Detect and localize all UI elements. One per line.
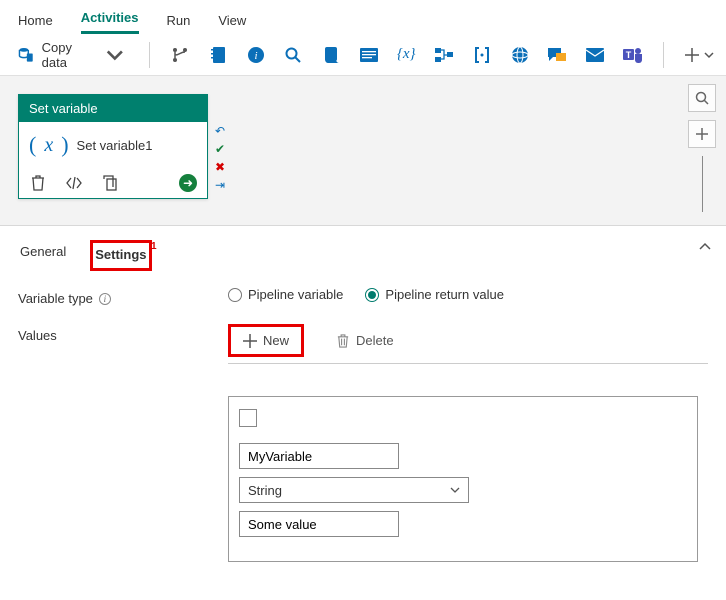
radio-pipeline-variable-label: Pipeline variable: [248, 287, 343, 302]
tab-settings-label: Settings: [95, 247, 146, 262]
flow-icon[interactable]: [434, 45, 454, 65]
nav-tab-activities[interactable]: Activities: [81, 10, 139, 34]
branch-icon[interactable]: [170, 45, 190, 65]
new-button-label: New: [263, 333, 289, 348]
close-icon[interactable]: ✖: [212, 160, 228, 176]
database-icon: [18, 46, 36, 64]
copy-icon[interactable]: [101, 174, 119, 192]
activity-node-set-variable[interactable]: Set variable ( x ) Set variable1 ➜: [18, 94, 208, 199]
info-circle-icon[interactable]: i: [246, 45, 266, 65]
value-checkbox[interactable]: [239, 409, 257, 427]
globe-icon[interactable]: [510, 45, 530, 65]
nav-tab-run[interactable]: Run: [167, 13, 191, 34]
radio-unchecked-icon: [228, 288, 242, 302]
properties-tabs: General Settings 1: [18, 240, 708, 271]
top-nav: Home Activities Run View: [0, 0, 726, 34]
tab-general[interactable]: General: [18, 240, 68, 271]
radio-checked-icon: [365, 288, 379, 302]
trash-icon: [336, 334, 350, 348]
trash-icon[interactable]: [29, 174, 47, 192]
svg-text:T: T: [626, 50, 632, 60]
bracket-icon[interactable]: [472, 45, 492, 65]
canvas-search-button[interactable]: [688, 84, 716, 112]
undo-icon[interactable]: ↶: [212, 124, 228, 140]
run-arrow-icon[interactable]: ➜: [179, 174, 197, 192]
variable-type-label: Variable type: [18, 291, 93, 306]
search-icon[interactable]: [283, 45, 303, 65]
script-icon[interactable]: [321, 45, 341, 65]
divider-line: [702, 156, 703, 212]
new-value-button[interactable]: New: [228, 324, 304, 357]
teams-icon[interactable]: T: [623, 45, 643, 65]
copy-data-label: Copy data: [42, 40, 100, 70]
delete-button-label: Delete: [356, 333, 394, 348]
separator: [663, 42, 664, 68]
radio-pipeline-return-value[interactable]: Pipeline return value: [365, 287, 504, 302]
value-item: String: [228, 396, 698, 562]
variable-fx-icon: x: [44, 134, 53, 157]
add-activity-button[interactable]: [684, 47, 714, 63]
paren-right: ): [61, 132, 68, 158]
delete-value-button[interactable]: Delete: [324, 327, 406, 354]
paren-left: (: [29, 132, 36, 158]
value-type-select[interactable]: String: [239, 477, 469, 503]
tab-settings-badge: 1: [151, 241, 157, 252]
chevron-down-icon: [106, 46, 124, 64]
nav-tab-view[interactable]: View: [218, 13, 246, 34]
radio-pipeline-variable[interactable]: Pipeline variable: [228, 287, 343, 302]
radio-pipeline-return-label: Pipeline return value: [385, 287, 504, 302]
pipeline-canvas[interactable]: Set variable ( x ) Set variable1 ➜ ↶ ✔ ✖…: [0, 76, 726, 226]
tab-settings[interactable]: Settings 1: [90, 240, 151, 271]
plus-icon: [684, 47, 700, 63]
svg-text:i: i: [254, 50, 257, 62]
canvas-add-button[interactable]: [688, 120, 716, 148]
list-icon[interactable]: [359, 45, 379, 65]
mail-icon[interactable]: [585, 45, 605, 65]
collapse-chevron-icon[interactable]: [698, 240, 712, 254]
chevron-down-icon: [704, 50, 714, 60]
properties-panel: General Settings 1 Variable type i Pipel…: [0, 226, 726, 600]
check-icon[interactable]: ✔: [212, 142, 228, 158]
code-icon[interactable]: [65, 174, 83, 192]
nav-tab-home[interactable]: Home: [18, 13, 53, 34]
activity-node-name: Set variable1: [77, 138, 153, 153]
plus-icon: [243, 334, 257, 348]
activity-node-title: Set variable: [19, 95, 207, 122]
chat-icon[interactable]: [547, 45, 567, 65]
variable-fx-icon[interactable]: {x}: [396, 45, 416, 65]
copy-data-button[interactable]: Copy data: [12, 36, 129, 74]
value-type-selected: String: [248, 483, 282, 498]
values-label: Values: [18, 328, 57, 343]
separator: [149, 42, 150, 68]
notebook-icon[interactable]: [208, 45, 228, 65]
divider: [228, 363, 708, 364]
canvas-side-tools: [688, 84, 716, 212]
toolbar: Copy data i {x} T: [0, 34, 726, 76]
info-icon[interactable]: i: [99, 293, 111, 305]
export-icon[interactable]: ⇥: [212, 178, 228, 194]
chevron-down-icon: [450, 485, 460, 495]
value-value-input[interactable]: [239, 511, 399, 537]
node-side-controls: ↶ ✔ ✖ ⇥: [212, 124, 228, 194]
value-name-input[interactable]: [239, 443, 399, 469]
